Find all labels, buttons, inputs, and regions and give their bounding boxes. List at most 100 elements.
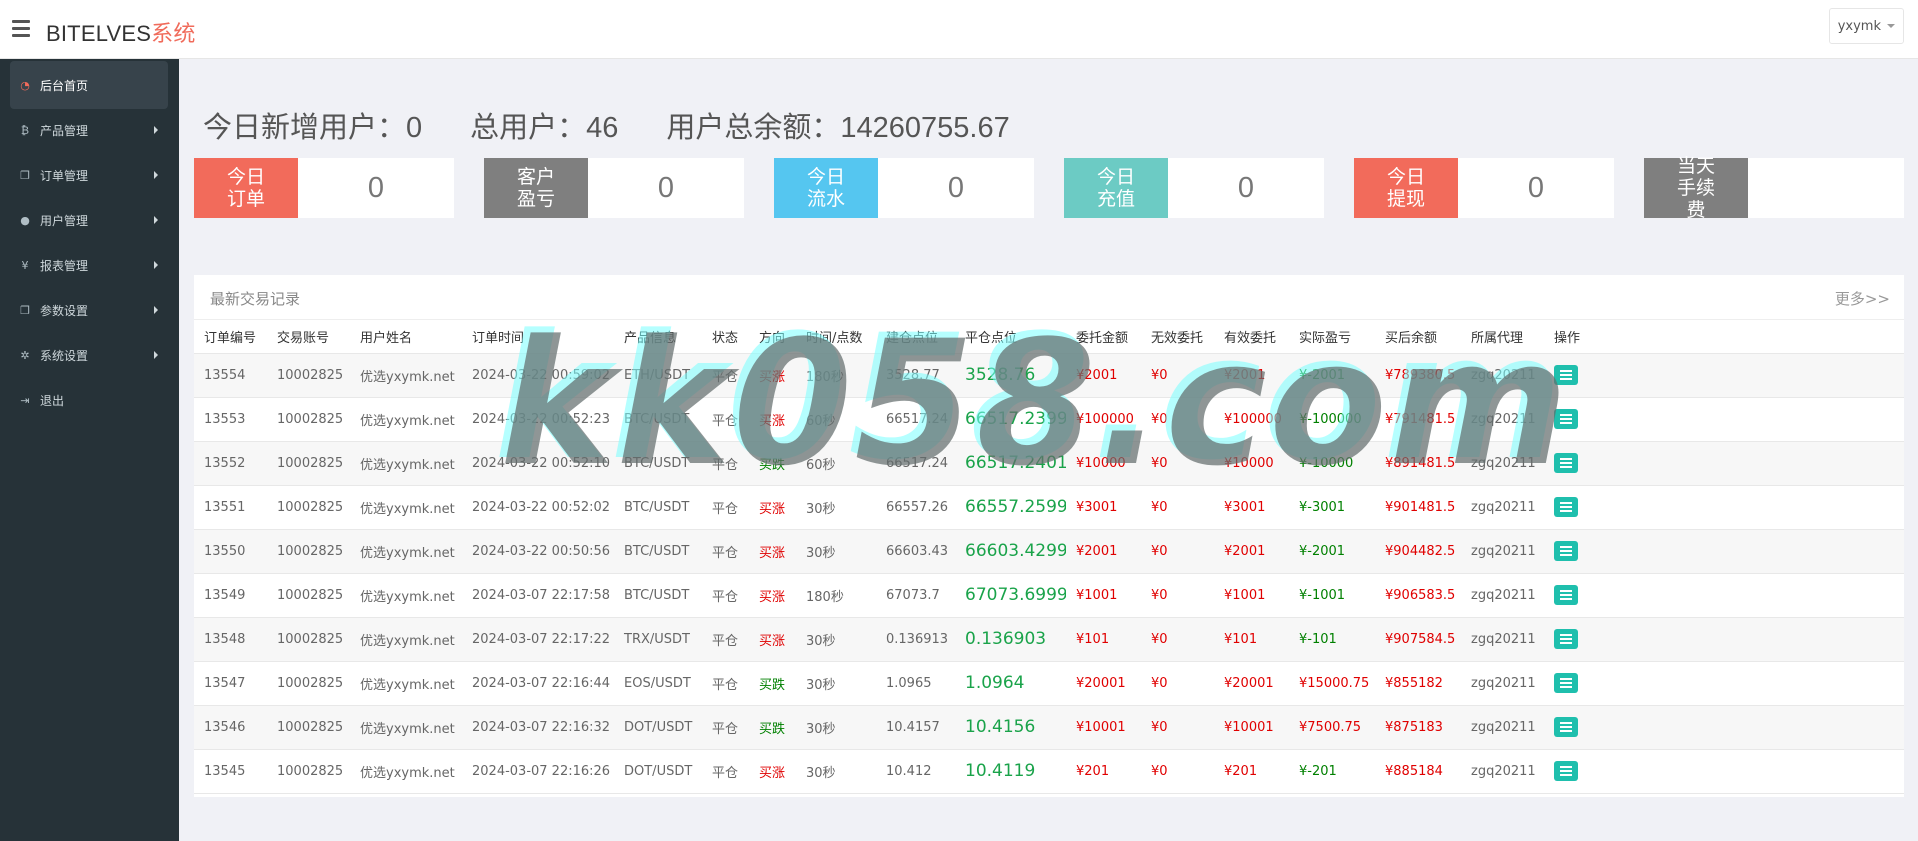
table-cell: 2024-03-07 22:16:26 — [462, 749, 614, 794]
table-cell: 买涨 — [749, 573, 796, 618]
table-cell: 180秒 — [796, 353, 876, 398]
column-header: 有效委托 — [1214, 320, 1289, 354]
list-detail-icon[interactable] — [1554, 497, 1578, 517]
table-cell-actions — [1544, 441, 1904, 486]
sidebar-item-6[interactable]: ✲ 系统设置 — [10, 331, 168, 379]
table-cell-actions — [1544, 705, 1904, 750]
user-dropdown[interactable]: yxymk — [1828, 8, 1904, 44]
table-row: 13553 10002825 优选yxymk.net 2024-03-22 00:52… — [194, 397, 1904, 442]
list-detail-icon[interactable] — [1554, 585, 1578, 605]
table-cell: 2024-03-22 00:52:02 — [462, 485, 614, 530]
table-cell: 67073.6999 — [955, 573, 1066, 618]
table-row: 13551 10002825 优选yxymk.net 2024-03-22 00:52… — [194, 485, 1904, 530]
stat-card: 今日订单 0 — [194, 158, 454, 218]
table-cell: 10002825 — [267, 705, 350, 750]
table-cell: 买跌 — [749, 441, 796, 486]
list-detail-icon[interactable] — [1554, 761, 1578, 781]
table-cell: ¥10000 — [1214, 441, 1289, 486]
menu-toggle-icon[interactable] — [12, 20, 32, 38]
stat-card-label-text: 今日提现 — [1386, 166, 1425, 210]
table-cell: 2024-03-22 00:52:23 — [462, 397, 614, 442]
top-bar: BITELVES系统 yxymk — [0, 0, 1918, 59]
list-detail-icon[interactable] — [1554, 541, 1578, 561]
sidebar-item-2[interactable]: ❐ 订单管理 — [10, 151, 168, 199]
table-cell: 10.4157 — [876, 705, 955, 750]
table-cell: 13546 — [194, 705, 267, 750]
table-cell: 3528.76 — [955, 353, 1066, 398]
table-cell: 60秒 — [796, 397, 876, 442]
sidebar-item-4[interactable]: ¥ 报表管理 — [10, 241, 168, 289]
more-link[interactable]: 更多>> — [1835, 288, 1890, 309]
table-cell: 66557.26 — [876, 485, 955, 530]
table-cell: ¥-1001 — [1289, 573, 1375, 618]
table-cell: ¥-101 — [1289, 617, 1375, 662]
table-cell: 优选yxymk.net — [350, 573, 462, 618]
list-detail-icon[interactable] — [1554, 717, 1578, 737]
column-header: 产品信息 — [614, 320, 702, 354]
stat-card-label-text: 当天手续费 — [1676, 155, 1715, 221]
chevron-right-icon — [154, 126, 158, 134]
table-cell: 30秒 — [796, 529, 876, 574]
brand-main: BITELVES — [46, 21, 152, 46]
new-users-stat: 今日新增用户：0 — [203, 112, 423, 144]
table-row: 13554 10002825 优选yxymk.net 2024-03-22 00:59… — [194, 353, 1904, 398]
table-cell: TRX/USDT — [614, 617, 702, 662]
table-cell: zgq20211 — [1461, 397, 1544, 442]
table-cell: 买跌 — [749, 661, 796, 706]
table-cell: 买跌 — [749, 705, 796, 750]
table-cell: 13554 — [194, 353, 267, 398]
column-header: 无效委托 — [1141, 320, 1214, 354]
column-header: 操作 — [1544, 320, 1904, 354]
table-cell: 买涨 — [749, 749, 796, 794]
copy-icon: ❐ — [20, 303, 30, 317]
stat-card-value: 0 — [367, 171, 385, 204]
table-cell: zgq20211 — [1461, 529, 1544, 574]
table-cell: 60秒 — [796, 441, 876, 486]
table-cell: 66517.24 — [876, 397, 955, 442]
sidebar-item-1[interactable]: ₿ 产品管理 — [10, 106, 168, 154]
chevron-right-icon — [154, 261, 158, 269]
table-cell: 平仓 — [702, 485, 749, 530]
sidebar-item-5[interactable]: ❐ 参数设置 — [10, 286, 168, 334]
table-cell: 优选yxymk.net — [350, 661, 462, 706]
stat-card-label: 今日流水 — [774, 158, 878, 218]
total-users-stat: 总用户：46 — [470, 112, 619, 144]
table-body: 13554 10002825 优选yxymk.net 2024-03-22 00:59… — [194, 353, 1904, 794]
table-cell: ¥101 — [1066, 617, 1141, 662]
table-cell: ¥1001 — [1066, 573, 1141, 618]
table-cell: zgq20211 — [1461, 353, 1544, 398]
table-cell: 13550 — [194, 529, 267, 574]
list-detail-icon[interactable] — [1554, 365, 1578, 385]
table-cell: 67073.7 — [876, 573, 955, 618]
sidebar-item-label: 产品管理 — [40, 123, 89, 138]
table-cell: ¥1001 — [1214, 573, 1289, 618]
list-detail-icon[interactable] — [1554, 453, 1578, 473]
table-cell-actions — [1544, 529, 1904, 574]
table-cell: 优选yxymk.net — [350, 485, 462, 530]
list-detail-icon[interactable] — [1554, 409, 1578, 429]
table-cell: DOT/USDT — [614, 749, 702, 794]
table-cell: 平仓 — [702, 749, 749, 794]
stat-card-value: 0 — [1527, 171, 1545, 204]
table-cell: 平仓 — [702, 397, 749, 442]
table-row: 13552 10002825 优选yxymk.net 2024-03-22 00:52… — [194, 441, 1904, 486]
table-cell: 优选yxymk.net — [350, 749, 462, 794]
table-cell: ¥-100000 — [1289, 397, 1375, 442]
table-cell: ¥855182 — [1375, 661, 1461, 706]
table-cell: ¥3001 — [1066, 485, 1141, 530]
table-row: 13545 10002825 优选yxymk.net 2024-03-07 22:16… — [194, 749, 1904, 794]
sidebar-item-0[interactable]: ◔ 后台首页 — [10, 61, 168, 109]
table-cell: 平仓 — [702, 705, 749, 750]
table-cell: 66517.2401 — [955, 441, 1066, 486]
list-detail-icon[interactable] — [1554, 673, 1578, 693]
list-detail-icon[interactable] — [1554, 629, 1578, 649]
sidebar-item-7[interactable]: ⇥ 退出 — [10, 376, 168, 424]
sidebar-item-label: 退出 — [40, 393, 65, 408]
sidebar-item-3[interactable]: ● 用户管理 — [10, 196, 168, 244]
table-cell: 买涨 — [749, 485, 796, 530]
column-header: 委托金额 — [1066, 320, 1141, 354]
table-cell: ¥100000 — [1214, 397, 1289, 442]
stat-card-label: 今日充值 — [1064, 158, 1168, 218]
chevron-right-icon — [154, 171, 158, 179]
stat-card-label: 今日订单 — [194, 158, 298, 218]
